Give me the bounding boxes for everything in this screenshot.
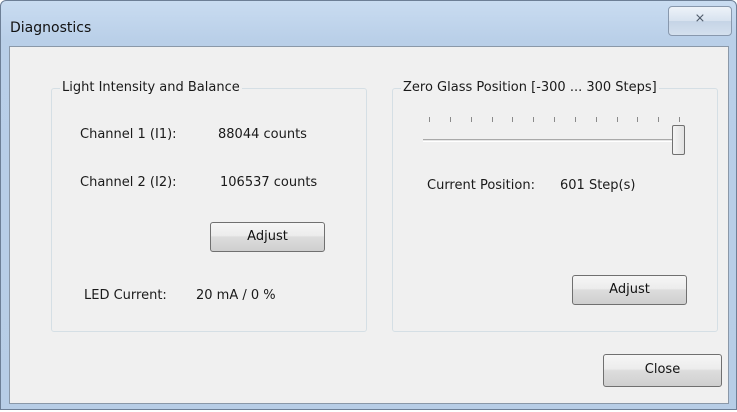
slider-tick (471, 117, 472, 122)
dialog-client-area: Light Intensity and Balance Channel 1 (I… (9, 46, 729, 404)
channel1-value: 88044 counts (218, 127, 307, 142)
slider-tick (512, 117, 513, 122)
channel2-value: 106537 counts (220, 175, 318, 190)
light-intensity-group: Light Intensity and Balance Channel 1 (I… (51, 80, 367, 332)
zero-glass-slider[interactable] (423, 109, 685, 155)
slider-tick (533, 117, 534, 122)
current-position-value: 601 Step(s) (560, 178, 636, 193)
zero-glass-group-title: Zero Glass Position [-300 ... 300 Steps] (401, 80, 659, 95)
diagnostics-window: Diagnostics ⨯ Light Intensity and Balanc… (0, 0, 737, 410)
slider-tick (429, 117, 430, 122)
slider-thumb[interactable] (672, 125, 685, 155)
slider-tick (679, 117, 680, 122)
slider-tick (492, 117, 493, 122)
channel1-label: Channel 1 (I1): (80, 127, 177, 142)
current-position-label: Current Position: (427, 178, 535, 193)
slider-tick (637, 117, 638, 122)
slider-track (423, 139, 685, 142)
close-button[interactable]: Close (603, 354, 722, 387)
led-current-label: LED Current: (84, 288, 167, 303)
slider-tick (450, 117, 451, 122)
zero-adjust-button[interactable]: Adjust (572, 275, 687, 305)
slider-tick (596, 117, 597, 122)
slider-tick (575, 117, 576, 122)
title-bar[interactable]: Diagnostics ⨯ (1, 1, 736, 45)
zero-adjust-button-label: Adjust (609, 282, 650, 297)
slider-tick (554, 117, 555, 122)
zero-glass-group: Zero Glass Position [-300 ... 300 Steps]… (392, 80, 718, 332)
light-intensity-group-title: Light Intensity and Balance (60, 80, 242, 95)
window-close-button[interactable]: ⨯ (668, 6, 732, 36)
channel2-label: Channel 2 (I2): (80, 175, 177, 190)
slider-ticks (423, 117, 685, 123)
light-adjust-button[interactable]: Adjust (210, 222, 325, 252)
light-adjust-button-label: Adjust (247, 229, 288, 244)
led-current-value: 20 mA / 0 % (196, 288, 276, 303)
close-icon: ⨯ (694, 11, 706, 26)
slider-tick (617, 117, 618, 122)
close-button-label: Close (644, 362, 681, 377)
slider-tick (658, 117, 659, 122)
window-title: Diagnostics (10, 20, 92, 36)
